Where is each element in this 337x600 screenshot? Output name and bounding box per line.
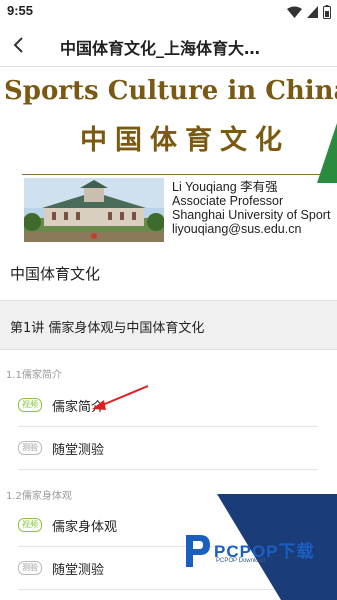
instructor-institution: Shanghai University of Sport xyxy=(172,208,331,222)
watermark-sub: PCPOP Download xyxy=(216,558,266,564)
quiz-tag: 测验 xyxy=(18,441,42,455)
section-label: 1.1儒家简介 xyxy=(6,370,62,381)
lesson-label: 随堂测验 xyxy=(52,443,105,458)
battery-icon xyxy=(323,5,331,19)
wifi-icon xyxy=(287,6,302,18)
campus-photo xyxy=(24,178,164,242)
status-icons xyxy=(287,5,331,19)
watermark: PCPOP下载 PCPOP Download xyxy=(184,533,334,573)
quiz-tag: 测验 xyxy=(18,561,42,575)
chapter-title: 第1讲 儒家身体观与中国体育文化 xyxy=(10,321,205,336)
status-time: 9:55 xyxy=(7,3,34,18)
annotation-arrow-icon xyxy=(92,385,149,410)
app-header: 中国体育文化_上海体育大… xyxy=(0,24,337,67)
video-tag: 视频 xyxy=(18,518,42,532)
page-title: 中国体育文化_上海体育大… xyxy=(60,39,261,58)
banner-title-en: Sports Culture in China xyxy=(4,76,337,106)
lesson-label: 儒家身体观 xyxy=(52,520,118,535)
chapter-header[interactable]: 第1讲 儒家身体观与中国体育文化 xyxy=(0,300,337,350)
watermark-logo-icon xyxy=(186,535,210,567)
video-tag: 视频 xyxy=(18,398,42,412)
status-bar: 9:55 xyxy=(0,0,337,24)
back-arrow-icon xyxy=(13,37,23,53)
banner-title-cn: 中国体育文化 xyxy=(80,125,290,156)
instructor-name: Li Youqiang 李有强 xyxy=(172,180,278,194)
back-button[interactable] xyxy=(6,32,32,58)
lesson-row-video[interactable]: 视频 儒家简介 xyxy=(18,384,318,427)
course-banner: Sports Culture in China 中国体育文化 Li Youqia… xyxy=(0,67,337,246)
instructor-email: liyouqiang@sus.edu.cn xyxy=(172,222,302,236)
banner-green-accent xyxy=(317,123,337,183)
signal-icon xyxy=(307,6,318,18)
lesson-label: 随堂测验 xyxy=(52,563,105,578)
instructor-title: Associate Professor xyxy=(172,194,284,208)
banner-divider xyxy=(22,174,337,175)
section-label: 1.2儒家身体观 xyxy=(6,491,72,502)
instructor-info: Li Youqiang 李有强 Associate Professor Shan… xyxy=(172,180,330,236)
lesson-row-quiz[interactable]: 测验 随堂测验 xyxy=(18,427,318,470)
course-title: 中国体育文化 xyxy=(10,265,101,283)
